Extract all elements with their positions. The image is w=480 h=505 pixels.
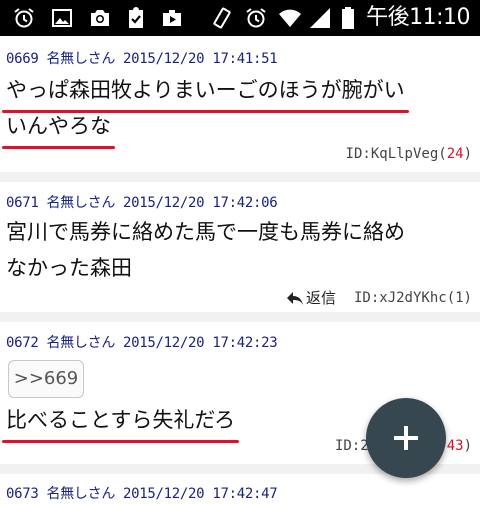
id-count: 43 (446, 438, 464, 454)
post-body-line: 宮川で馬券に絡めた馬で一度も馬券に絡め (6, 220, 405, 244)
status-time: 午後11:10 (366, 5, 470, 30)
signal-icon (308, 6, 332, 30)
id-close: ) (463, 146, 472, 162)
post-date: 2015/12/20 (123, 486, 205, 502)
reply-label: 返信 (305, 289, 336, 307)
post-body: 宮川で馬券に絡めた馬で一度も馬券に絡め なかった森田 (6, 214, 472, 286)
post-header: 0671 名無しさん 2015/12/20 17:42:06 (6, 192, 285, 212)
post-id[interactable]: ID:xJ2dYKhc(1) (354, 290, 472, 306)
post-footer: 返信 ID:xJ2dYKhc(1) (286, 287, 472, 308)
post-divider (0, 312, 480, 322)
post-0669[interactable]: 0669 名無しさん 2015/12/20 17:41:51 やっぱ森田牧よりまいーご… (0, 36, 480, 172)
image-icon (50, 6, 74, 30)
post-number: 0669 (6, 51, 39, 67)
camera-icon (88, 6, 112, 30)
post-number: 0673 (6, 486, 39, 502)
post-author: 名無しさん (46, 335, 116, 351)
reply-icon (286, 291, 303, 305)
briefcase-play-icon (160, 6, 184, 30)
post-date: 2015/12/20 (123, 335, 205, 351)
post-divider (0, 172, 480, 182)
wifi-icon (278, 6, 302, 30)
post-0671[interactable]: 0671 名無しさん 2015/12/20 17:42:06 宮川で馬券に絡めた馬で一… (0, 182, 480, 312)
post-time: 17:42:06 (212, 195, 278, 211)
post-date: 2015/12/20 (123, 195, 205, 211)
thread-screen: 午後11:10 0669 名無しさん 2015/12/20 17:41:51 やっぱ森… (0, 0, 480, 505)
post-0673[interactable]: 0673 名無しさん 2015/12/20 17:42:47 (0, 474, 480, 505)
status-bar: 午後11:10 (0, 0, 480, 36)
id-label: ID:2 (334, 438, 369, 454)
post-body-line: 比べることすら失礼だろ (1, 402, 240, 443)
post-author: 名無しさん (46, 195, 116, 211)
battery-icon (336, 6, 360, 30)
post-body: やっぱ森田牧よりまいーごのほうが腕がい いんやろな (2, 72, 472, 149)
post-body-line: やっぱ森田牧よりまいーごのほうが腕がい (2, 72, 409, 113)
post-author: 名無しさん (46, 51, 116, 67)
post-author: 名無しさん (46, 486, 116, 502)
id-count: 24 (446, 146, 464, 162)
clipboard-check-icon (124, 6, 148, 30)
id-label: ID:KqLlpVeg( (345, 146, 447, 162)
alarm-icon (244, 6, 268, 30)
vibrate-icon (210, 6, 234, 30)
post-number: 0672 (6, 335, 39, 351)
post-header: 0672 名無しさん 2015/12/20 17:42:23 (6, 332, 285, 352)
reply-anchor-link[interactable]: >>669 (8, 360, 84, 398)
post-body-line: なかった森田 (6, 256, 132, 280)
post-body-line: いんやろな (2, 108, 115, 149)
new-post-button[interactable] (366, 398, 446, 478)
post-header: 0673 名無しさん 2015/12/20 17:42:47 (6, 483, 285, 503)
reply-button[interactable]: 返信 (286, 287, 336, 308)
post-time: 17:42:23 (212, 335, 278, 351)
post-time: 17:41:51 (212, 51, 278, 67)
post-id[interactable]: ID:KqLlpVeg(24) (346, 146, 472, 162)
id-close: ) (463, 438, 472, 454)
alarm-icon (12, 6, 36, 30)
plus-icon (394, 426, 418, 450)
post-time: 17:42:47 (212, 486, 278, 502)
post-number: 0671 (6, 195, 39, 211)
post-header: 0669 名無しさん 2015/12/20 17:41:51 (6, 48, 285, 68)
post-date: 2015/12/20 (123, 51, 205, 67)
